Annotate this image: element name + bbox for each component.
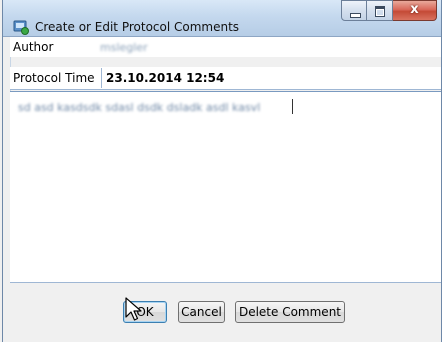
comment-textarea[interactable]: sd asd kasdsdk sdasl dsdk dsladk asdl ka… — [10, 91, 441, 283]
protocol-time-label: Protocol Time — [13, 71, 95, 85]
cancel-button[interactable]: Cancel — [178, 301, 225, 323]
close-icon: x — [410, 2, 419, 17]
caption-buttons: x — [341, 0, 437, 22]
mouse-pointer-icon — [125, 297, 142, 321]
protocol-time-row: Protocol Time 23.10.2014 12:54 — [10, 67, 441, 90]
author-value: mslegler — [100, 40, 148, 54]
author-row: Author mslegler — [10, 37, 441, 57]
delete-comment-button[interactable]: Delete Comment — [235, 301, 345, 323]
comment-text: sd asd kasdsdk sdasl dsdk dsladk asdl ka… — [18, 101, 261, 114]
minimize-icon — [350, 13, 361, 18]
maximize-icon — [375, 6, 385, 17]
title-bar[interactable]: Create or Edit Protocol Comments x — [3, 0, 441, 37]
maximize-button[interactable] — [367, 0, 393, 21]
protocol-app-icon — [13, 20, 29, 35]
text-caret — [292, 99, 293, 114]
protocol-time-field[interactable]: 23.10.2014 12:54 — [101, 68, 441, 88]
window-title: Create or Edit Protocol Comments — [35, 20, 240, 34]
close-button[interactable]: x — [393, 0, 437, 21]
dialog-window: Create or Edit Protocol Comments x Autho… — [2, 0, 442, 342]
author-label: Author — [13, 40, 54, 54]
minimize-button[interactable] — [341, 0, 367, 21]
